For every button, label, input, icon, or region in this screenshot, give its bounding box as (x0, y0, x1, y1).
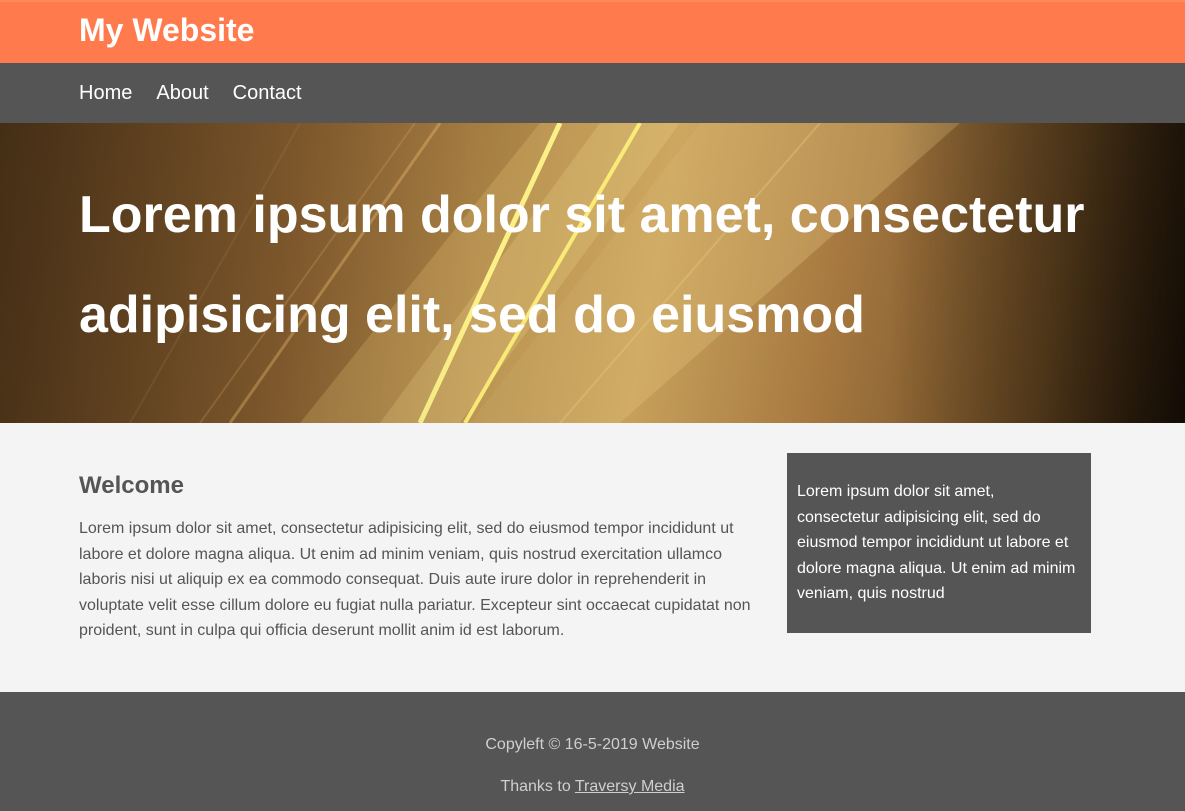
nav-link-about[interactable]: About (156, 82, 208, 104)
nav-link-home[interactable]: Home (79, 82, 132, 104)
nav-list: Home About Contact (0, 63, 1185, 123)
sidebar-text: Lorem ipsum dolor sit amet, consectetur … (797, 483, 1076, 603)
footer-thanks-prefix: Thanks to (500, 778, 575, 795)
nav-item-home: Home (79, 82, 132, 105)
nav-item-about: About (156, 82, 208, 105)
welcome-text: Lorem ipsum dolor sit amet, consectetur … (79, 520, 751, 640)
main-nav: Home About Contact (0, 63, 1185, 123)
site-footer: Copyleft © 16-5-2019 Website Thanks to T… (0, 692, 1185, 811)
sidebar-box: Lorem ipsum dolor sit amet, consectetur … (787, 453, 1091, 633)
traversy-media-link[interactable]: Traversy Media (575, 778, 685, 795)
hero-heading: Lorem ipsum dolor sit amet, consectetur … (79, 186, 1085, 344)
welcome-heading: Welcome (79, 472, 184, 499)
nav-link-contact[interactable]: Contact (233, 82, 302, 104)
site-header: My Website (0, 0, 1185, 63)
nav-item-contact: Contact (233, 82, 302, 105)
footer-copyright: Copyleft © 16-5-2019 Website (485, 736, 700, 753)
site-title: My Website (79, 12, 255, 48)
hero-banner: Lorem ipsum dolor sit amet, consectetur … (0, 123, 1185, 423)
footer-thanks: Thanks to Traversy Media (0, 778, 1185, 796)
main-content: Welcome Lorem ipsum dolor sit amet, cons… (79, 470, 759, 644)
